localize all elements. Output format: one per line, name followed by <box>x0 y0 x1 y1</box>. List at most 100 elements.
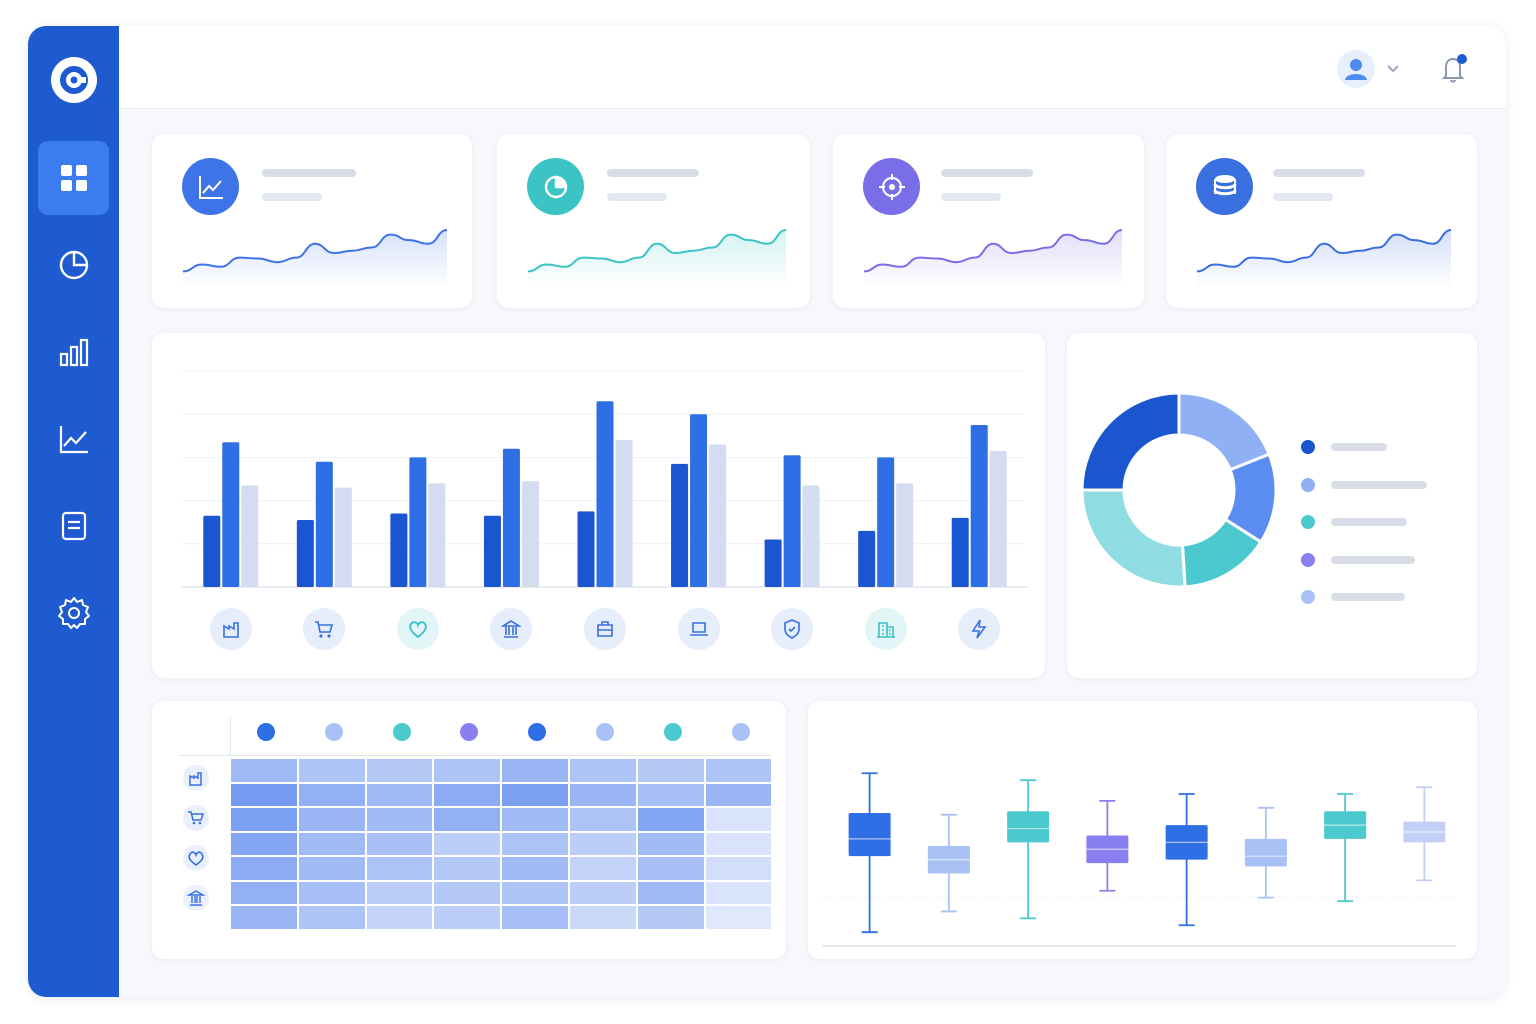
heatmap-cell[interactable] <box>502 906 568 929</box>
kpi-card-1[interactable] <box>152 134 472 308</box>
cart-icon[interactable] <box>303 608 346 650</box>
heatmap-cell[interactable] <box>366 808 433 831</box>
heatmap-cell[interactable] <box>298 857 365 880</box>
sidebar-item-pie-chart[interactable] <box>38 228 109 302</box>
box-plot-item[interactable] <box>1086 800 1129 892</box>
heatmap-cell[interactable] <box>231 881 297 904</box>
notification-button[interactable] <box>1437 52 1471 91</box>
bar[interactable] <box>802 485 820 587</box>
bar[interactable] <box>577 511 595 587</box>
heatmap-cell[interactable] <box>231 906 297 929</box>
bar[interactable] <box>951 517 969 587</box>
sidebar-item-dashboard[interactable] <box>38 141 109 215</box>
heatmap-cell[interactable] <box>298 881 365 904</box>
heatmap-cell[interactable] <box>434 759 501 782</box>
heatmap-cell[interactable] <box>705 783 772 806</box>
heatmap-cell[interactable] <box>637 906 704 929</box>
kpi-card-2[interactable] <box>497 134 810 308</box>
heatmap-cell[interactable] <box>366 759 433 782</box>
heatmap-cell[interactable] <box>231 832 297 855</box>
sidebar-item-bar-chart[interactable] <box>38 315 109 389</box>
heart-icon[interactable] <box>183 845 209 871</box>
heatmap-cell[interactable] <box>637 832 704 855</box>
bar[interactable] <box>203 515 221 587</box>
box-plot-item[interactable] <box>927 813 970 913</box>
bar[interactable] <box>222 442 240 587</box>
heatmap-cell[interactable] <box>231 783 297 806</box>
heatmap-cell[interactable] <box>637 759 704 782</box>
heatmap-cell[interactable] <box>637 783 704 806</box>
heatmap-cell[interactable] <box>502 783 568 806</box>
heatmap-cell[interactable] <box>298 906 365 929</box>
bar[interactable] <box>783 455 801 587</box>
bar[interactable] <box>764 539 782 587</box>
heatmap-cell[interactable] <box>637 857 704 880</box>
bar[interactable] <box>483 515 501 587</box>
lightning-icon[interactable] <box>958 608 1001 650</box>
heatmap-cell[interactable] <box>570 808 636 831</box>
box-plot-item[interactable] <box>1324 793 1367 902</box>
heatmap-cell[interactable] <box>434 783 501 806</box>
heatmap-cell[interactable] <box>231 808 297 831</box>
heatmap-cell[interactable] <box>502 759 568 782</box>
building-icon[interactable] <box>864 608 907 650</box>
bar[interactable] <box>615 440 633 587</box>
heatmap-cell[interactable] <box>570 881 636 904</box>
heatmap-cell[interactable] <box>366 783 433 806</box>
bar[interactable] <box>315 461 333 587</box>
heatmap-cell[interactable] <box>434 906 501 929</box>
laptop-icon[interactable] <box>677 608 720 650</box>
bar[interactable] <box>858 530 876 587</box>
heatmap-cell[interactable] <box>570 759 636 782</box>
heatmap-cell[interactable] <box>434 808 501 831</box>
heatmap-cell[interactable] <box>570 783 636 806</box>
box-plot-item[interactable] <box>1165 793 1208 927</box>
bar[interactable] <box>671 463 689 587</box>
bar[interactable] <box>596 401 614 587</box>
heatmap-cell[interactable] <box>366 881 433 904</box>
heatmap-cell[interactable] <box>502 881 568 904</box>
box-plot-item[interactable] <box>1403 786 1446 882</box>
factory-icon[interactable] <box>209 608 252 650</box>
bank-icon[interactable] <box>183 885 209 911</box>
sidebar-item-settings[interactable] <box>38 576 109 650</box>
briefcase-icon[interactable] <box>584 608 626 650</box>
heatmap-cell[interactable] <box>298 783 365 806</box>
heatmap-cell[interactable] <box>231 857 297 880</box>
heart-icon[interactable] <box>396 608 439 650</box>
bank-icon[interactable] <box>490 608 533 650</box>
bar[interactable] <box>334 487 352 587</box>
heatmap-cell[interactable] <box>705 759 772 782</box>
bar[interactable] <box>296 520 314 587</box>
heatmap-cell[interactable] <box>705 881 772 904</box>
bar[interactable] <box>390 513 408 587</box>
cart-icon[interactable] <box>183 805 209 831</box>
account-dropdown[interactable] <box>1385 61 1401 82</box>
heatmap-cell[interactable] <box>705 906 772 929</box>
heatmap-cell[interactable] <box>705 808 772 831</box>
heatmap-cell[interactable] <box>637 808 704 831</box>
kpi-card-4[interactable] <box>1166 134 1477 308</box>
bar[interactable] <box>709 444 727 587</box>
avatar[interactable] <box>1337 50 1375 88</box>
heatmap-cell[interactable] <box>366 857 433 880</box>
heatmap-cell[interactable] <box>570 906 636 929</box>
heatmap-cell[interactable] <box>298 832 365 855</box>
heatmap-cell[interactable] <box>298 759 365 782</box>
bar[interactable] <box>989 450 1007 587</box>
bar[interactable] <box>690 414 708 587</box>
heatmap-cell[interactable] <box>502 832 568 855</box>
bar[interactable] <box>877 457 895 587</box>
heatmap-cell[interactable] <box>366 832 433 855</box>
sidebar-item-documents[interactable] <box>38 489 109 563</box>
heatmap-cell[interactable] <box>502 808 568 831</box>
logo-icon[interactable] <box>51 57 97 103</box>
heatmap-cell[interactable] <box>298 808 365 831</box>
heatmap-cell[interactable] <box>434 857 501 880</box>
shield-icon[interactable] <box>771 608 814 650</box>
heatmap-cell[interactable] <box>366 906 433 929</box>
bar[interactable] <box>896 483 914 587</box>
bar[interactable] <box>241 485 259 587</box>
heatmap-cell[interactable] <box>570 832 636 855</box>
heatmap-cell[interactable] <box>570 857 636 880</box>
